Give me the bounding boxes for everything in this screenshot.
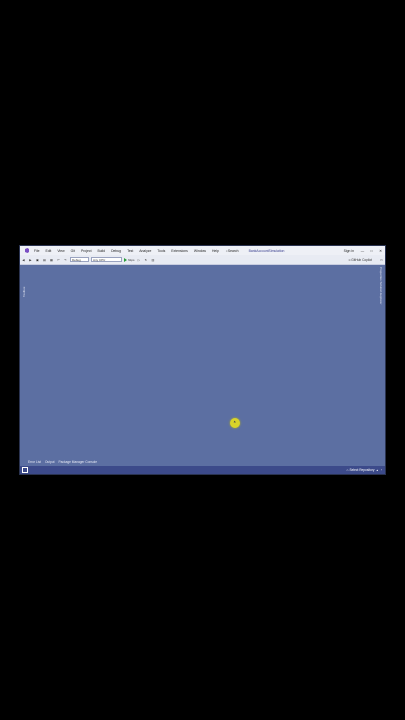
menu-build[interactable]: Build xyxy=(95,249,109,253)
back-icon[interactable]: ◀ xyxy=(21,257,26,262)
play-icon xyxy=(124,257,127,262)
tab-error-list[interactable]: Error List xyxy=(28,460,41,464)
repository-icon: ⌂ xyxy=(346,468,349,472)
menu-help[interactable]: Help xyxy=(209,249,222,253)
menu-view[interactable]: View xyxy=(54,249,67,253)
menu-bar: File Edit View Git Project Build Debug T… xyxy=(20,246,385,255)
save-icon[interactable]: ▦ xyxy=(49,257,54,262)
platform-dropdown[interactable]: Any CPU xyxy=(91,257,122,262)
status-bar: ⌂ Select Repository ▴ ◔ xyxy=(20,466,385,474)
vs-logo-icon xyxy=(23,248,29,254)
new-item-icon[interactable]: ▣ xyxy=(35,257,40,262)
minimize-button[interactable]: — xyxy=(358,249,367,253)
refresh-icon[interactable]: ↻ xyxy=(144,257,149,262)
menu-edit[interactable]: Edit xyxy=(42,249,54,253)
notifications-icon[interactable]: ◔ xyxy=(380,468,382,472)
maximize-button[interactable]: □ xyxy=(367,249,376,253)
select-repository-button[interactable]: Select Repository xyxy=(349,468,374,472)
menu-window[interactable]: Window xyxy=(191,249,209,253)
copilot-label: GitHub Copilot xyxy=(351,257,372,262)
menu-tools[interactable]: Tools xyxy=(154,249,168,253)
solution-name: BankAccountSimulation xyxy=(248,248,285,253)
ide-window: File Edit View Git Project Build Debug T… xyxy=(20,246,385,474)
chevron-up-icon: ▴ xyxy=(376,468,379,472)
forward-icon[interactable]: ▶ xyxy=(28,257,33,262)
right-panel-tabs[interactable]: Properties Solution Explorer xyxy=(378,267,383,317)
menu-test[interactable]: Test xyxy=(124,249,136,253)
copilot-button[interactable]: ☺ GitHub Copilot xyxy=(348,258,372,262)
menu-analyze[interactable]: Analyze xyxy=(136,249,154,253)
menu-file[interactable]: File xyxy=(31,249,42,253)
tab-package-manager-console[interactable]: Package Manager Console xyxy=(59,460,97,464)
sign-in-button[interactable]: Sign in xyxy=(340,249,358,253)
mouse-cursor-highlight xyxy=(230,418,240,428)
close-button[interactable]: ✕ xyxy=(376,249,385,253)
menu-extensions[interactable]: Extensions xyxy=(168,249,191,253)
run-target: https xyxy=(128,257,135,262)
feedback-icon[interactable]: ▭ xyxy=(379,257,384,262)
bottom-panel-tabs: Error List Output Package Manager Consol… xyxy=(28,459,101,465)
layout-icon[interactable]: ▥ xyxy=(151,257,156,262)
toolbar: ◀ ▶ ▣ ▤ ▦ ↶ ↷ Debug Any CPU https ▷ ↻ ▥ … xyxy=(20,255,385,265)
toolbox-tab[interactable]: Toolbox xyxy=(22,267,27,297)
configuration-dropdown[interactable]: Debug xyxy=(70,257,89,262)
undo-icon[interactable]: ↶ xyxy=(56,257,61,262)
menu-debug[interactable]: Debug xyxy=(108,249,124,253)
start-without-debugging-icon[interactable]: ▷ xyxy=(137,257,142,262)
tab-output[interactable]: Output xyxy=(45,460,55,464)
menu-project[interactable]: Project xyxy=(78,249,95,253)
configuration-value: Debug xyxy=(72,257,81,262)
editor-area xyxy=(20,265,385,462)
menu-git[interactable]: Git xyxy=(68,249,78,253)
search-box[interactable]: ⌕ Search xyxy=(224,249,241,253)
open-icon[interactable]: ▤ xyxy=(42,257,47,262)
status-right: ⌂ Select Repository ▴ ◔ xyxy=(347,468,385,472)
search-label: Search xyxy=(227,248,239,253)
platform-value: Any CPU xyxy=(93,257,106,262)
ready-icon xyxy=(22,467,28,473)
run-button[interactable]: https xyxy=(124,257,135,262)
redo-icon[interactable]: ↷ xyxy=(63,257,68,262)
cursor-arrow-icon xyxy=(233,420,237,424)
